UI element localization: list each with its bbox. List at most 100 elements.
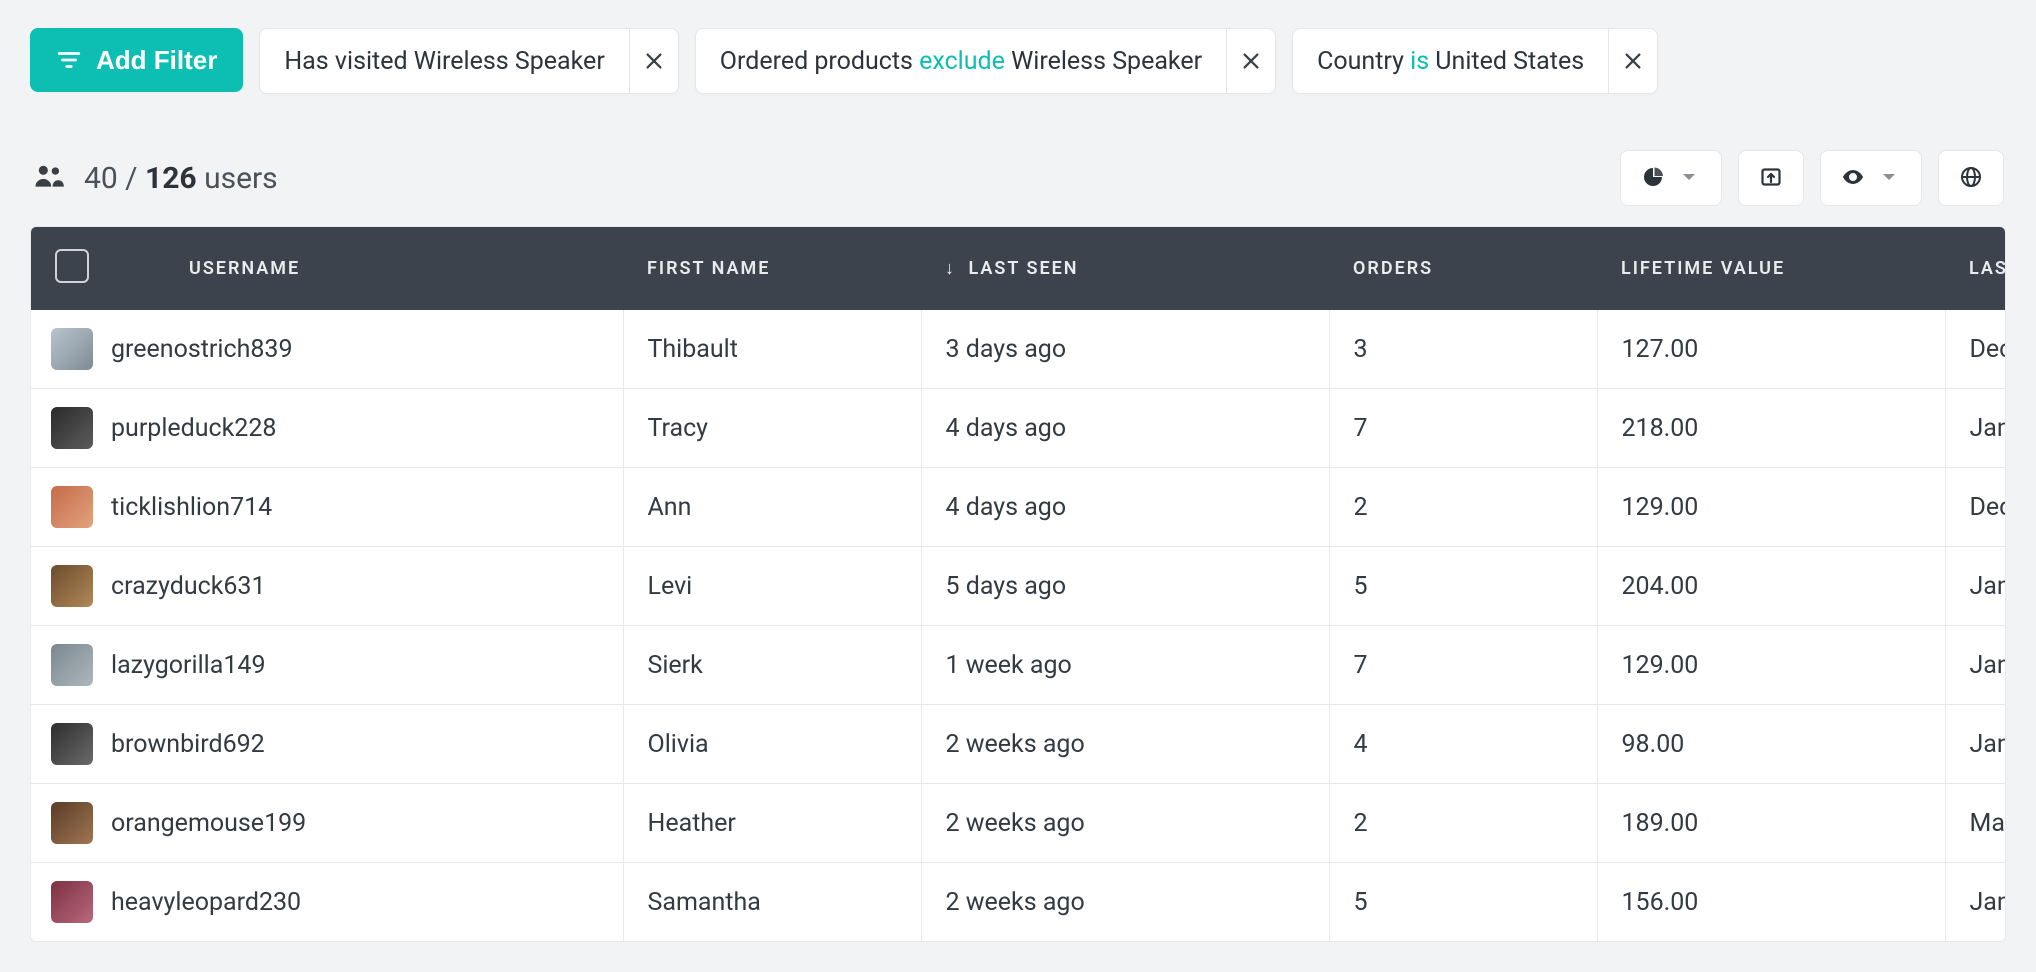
orders: 5	[1329, 547, 1597, 626]
table-row[interactable]: lazygorilla149 Sierk 1 week ago 7 129.00…	[31, 626, 2005, 705]
close-icon	[1240, 50, 1262, 72]
last-seen: 1 week ago	[921, 626, 1329, 705]
filter-icon	[56, 47, 82, 73]
globe-button[interactable]	[1938, 150, 2004, 206]
orders: 3	[1329, 310, 1597, 389]
globe-icon	[1959, 165, 1983, 192]
toolbar	[1620, 150, 2004, 206]
username: orangemouse199	[111, 809, 306, 838]
lifetime-value: 156.00	[1597, 863, 1945, 942]
filter-chip-close[interactable]	[1608, 29, 1657, 93]
lifetime-value: 127.00	[1597, 310, 1945, 389]
avatar	[51, 802, 93, 844]
filter-chip-label: Has visited Wireless Speaker	[260, 29, 628, 93]
orders: 7	[1329, 389, 1597, 468]
username: crazyduck631	[111, 572, 266, 601]
avatar	[51, 486, 93, 528]
last-seen: 2 weeks ago	[921, 863, 1329, 942]
lifetime-value: 129.00	[1597, 626, 1945, 705]
username: heavyleopard230	[111, 888, 301, 917]
table-row[interactable]: heavyleopard230 Samantha 2 weeks ago 5 1…	[31, 863, 2005, 942]
filter-chip[interactable]: Ordered products exclude Wireless Speake…	[695, 28, 1276, 94]
filter-chip[interactable]: Has visited Wireless Speaker	[259, 28, 678, 94]
avatar	[51, 328, 93, 370]
last-order: January 22, 2019	[1945, 547, 2005, 626]
orders: 5	[1329, 863, 1597, 942]
last-order: December 13, 2018	[1945, 468, 2005, 547]
last-order: January 30, 2019	[1945, 389, 2005, 468]
filter-chip-label: Country is United States	[1293, 29, 1608, 93]
add-filter-button[interactable]: Add Filter	[30, 28, 243, 92]
close-icon	[643, 50, 665, 72]
summary-row: 40 / 126 users	[30, 150, 2006, 206]
last-seen: 3 days ago	[921, 310, 1329, 389]
first-name: Tracy	[623, 389, 921, 468]
table-row[interactable]: orangemouse199 Heather 2 weeks ago 2 189…	[31, 784, 2005, 863]
table-row[interactable]: purpleduck228 Tracy 4 days ago 7 218.00 …	[31, 389, 2005, 468]
visibility-button[interactable]	[1820, 150, 1922, 206]
filter-chip[interactable]: Country is United States	[1292, 28, 1658, 94]
last-seen: 4 days ago	[921, 389, 1329, 468]
last-seen: 2 weeks ago	[921, 705, 1329, 784]
last-order: January 21, 2019	[1945, 626, 2005, 705]
filter-chip-label: Ordered products exclude Wireless Speake…	[696, 29, 1226, 93]
last-order: January 17, 2019	[1945, 705, 2005, 784]
lifetime-value: 129.00	[1597, 468, 1945, 547]
table-row[interactable]: ticklishlion714 Ann 4 days ago 2 129.00 …	[31, 468, 2005, 547]
username: purpleduck228	[111, 414, 276, 443]
add-filter-label: Add Filter	[96, 45, 217, 76]
column-header-first-name[interactable]: FIRST NAME	[623, 227, 921, 310]
orders: 4	[1329, 705, 1597, 784]
last-order: March 2, 2017	[1945, 784, 2005, 863]
last-seen: 5 days ago	[921, 547, 1329, 626]
lifetime-value: 189.00	[1597, 784, 1945, 863]
table-row[interactable]: crazyduck631 Levi 5 days ago 5 204.00 Ja…	[31, 547, 2005, 626]
first-name: Samantha	[623, 863, 921, 942]
caret-down-icon	[1877, 165, 1901, 192]
first-name: Ann	[623, 468, 921, 547]
last-seen: 2 weeks ago	[921, 784, 1329, 863]
column-header-username[interactable]: USERNAME	[165, 227, 623, 310]
first-name: Thibault	[623, 310, 921, 389]
filter-chip-close[interactable]	[1226, 29, 1275, 93]
orders: 2	[1329, 468, 1597, 547]
select-all-checkbox[interactable]	[55, 249, 89, 283]
filter-chip-close[interactable]	[629, 29, 678, 93]
filter-bar: Add Filter Has visited Wireless Speaker …	[30, 28, 2006, 94]
sort-desc-icon: ↓	[945, 258, 962, 279]
chart-icon	[1641, 165, 1665, 192]
close-icon	[1622, 50, 1644, 72]
column-header-select[interactable]	[31, 227, 165, 310]
first-name: Sierk	[623, 626, 921, 705]
column-header-last-order[interactable]: LAST ORDER	[1945, 227, 2005, 310]
export-icon	[1759, 165, 1783, 192]
users-table: USERNAME FIRST NAME ↓ LAST SEEN ORDERS L…	[30, 226, 2006, 942]
username: ticklishlion714	[111, 493, 272, 522]
last-order: December 28, 2016	[1945, 310, 2005, 389]
column-header-last-seen[interactable]: ↓ LAST SEEN	[921, 227, 1329, 310]
first-name: Heather	[623, 784, 921, 863]
avatar	[51, 407, 93, 449]
avatar	[51, 881, 93, 923]
column-header-lifetime-value[interactable]: LIFETIME VALUE	[1597, 227, 1945, 310]
table-row[interactable]: greenostrich839 Thibault 3 days ago 3 12…	[31, 310, 2005, 389]
avatar	[51, 723, 93, 765]
first-name: Olivia	[623, 705, 921, 784]
lifetime-value: 218.00	[1597, 389, 1945, 468]
chart-button[interactable]	[1620, 150, 1722, 206]
username: lazygorilla149	[111, 651, 266, 680]
last-order: January 28, 2019	[1945, 863, 2005, 942]
people-icon	[32, 159, 66, 197]
export-button[interactable]	[1738, 150, 1804, 206]
avatar	[51, 565, 93, 607]
avatar	[51, 644, 93, 686]
eye-icon	[1841, 165, 1865, 192]
orders: 7	[1329, 626, 1597, 705]
user-count: 40 / 126 users	[84, 161, 278, 196]
lifetime-value: 98.00	[1597, 705, 1945, 784]
orders: 2	[1329, 784, 1597, 863]
column-header-orders[interactable]: ORDERS	[1329, 227, 1597, 310]
last-seen: 4 days ago	[921, 468, 1329, 547]
table-row[interactable]: brownbird692 Olivia 2 weeks ago 4 98.00 …	[31, 705, 2005, 784]
caret-down-icon	[1677, 165, 1701, 192]
